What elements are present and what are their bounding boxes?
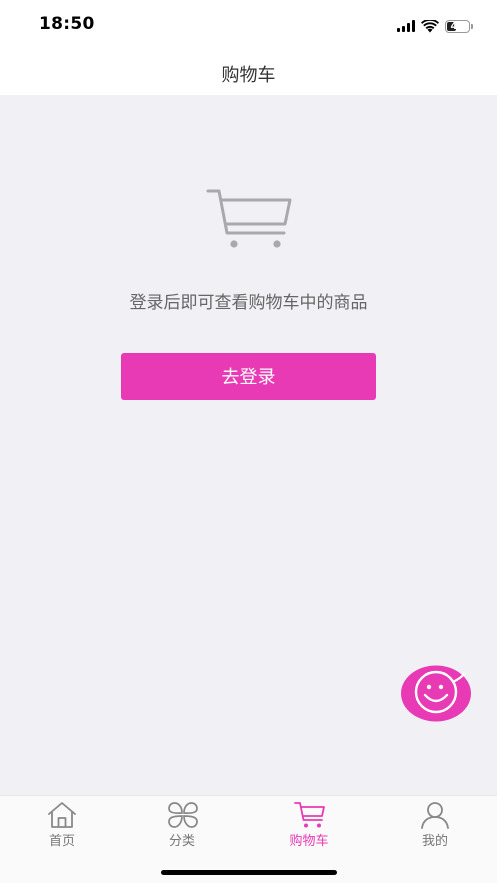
wifi-icon — [421, 19, 439, 32]
tab-bar: 首页 分类 购物车 我的 — [0, 795, 497, 883]
nav-bar: 购物车 — [0, 50, 497, 95]
tab-category[interactable]: 分类 — [120, 796, 244, 856]
tab-category-label: 分类 — [168, 834, 195, 849]
tab-profile-label: 我的 — [421, 834, 448, 849]
cart-content: 登录后即可查看购物车中的商品 去登录 — [0, 95, 497, 795]
status-bar: 18:50 44 — [0, 0, 497, 50]
page-title: 购物车 — [221, 65, 276, 86]
smiley-chat-icon[interactable] — [401, 665, 472, 722]
tab-cart[interactable]: 购物车 — [247, 796, 371, 856]
category-icon — [168, 802, 198, 828]
tab-home-label: 首页 — [48, 834, 75, 849]
empty-cart-message: 登录后即可查看购物车中的商品 — [129, 293, 368, 313]
status-time: 18:50 — [39, 14, 95, 34]
battery-icon: 44 — [445, 19, 470, 33]
tab-home[interactable]: 首页 — [0, 796, 124, 856]
signal-icon — [397, 20, 415, 32]
user-icon — [421, 802, 449, 829]
login-button[interactable]: 去登录 — [121, 353, 376, 400]
tab-cart-label: 购物车 — [289, 834, 329, 849]
tab-profile[interactable]: 我的 — [373, 796, 497, 856]
home-icon — [48, 802, 76, 828]
cart-icon — [294, 802, 325, 828]
cart-icon — [206, 189, 292, 248]
status-icons: 44 — [397, 16, 473, 36]
home-indicator — [161, 870, 337, 875]
battery-level: 44 — [450, 20, 465, 32]
